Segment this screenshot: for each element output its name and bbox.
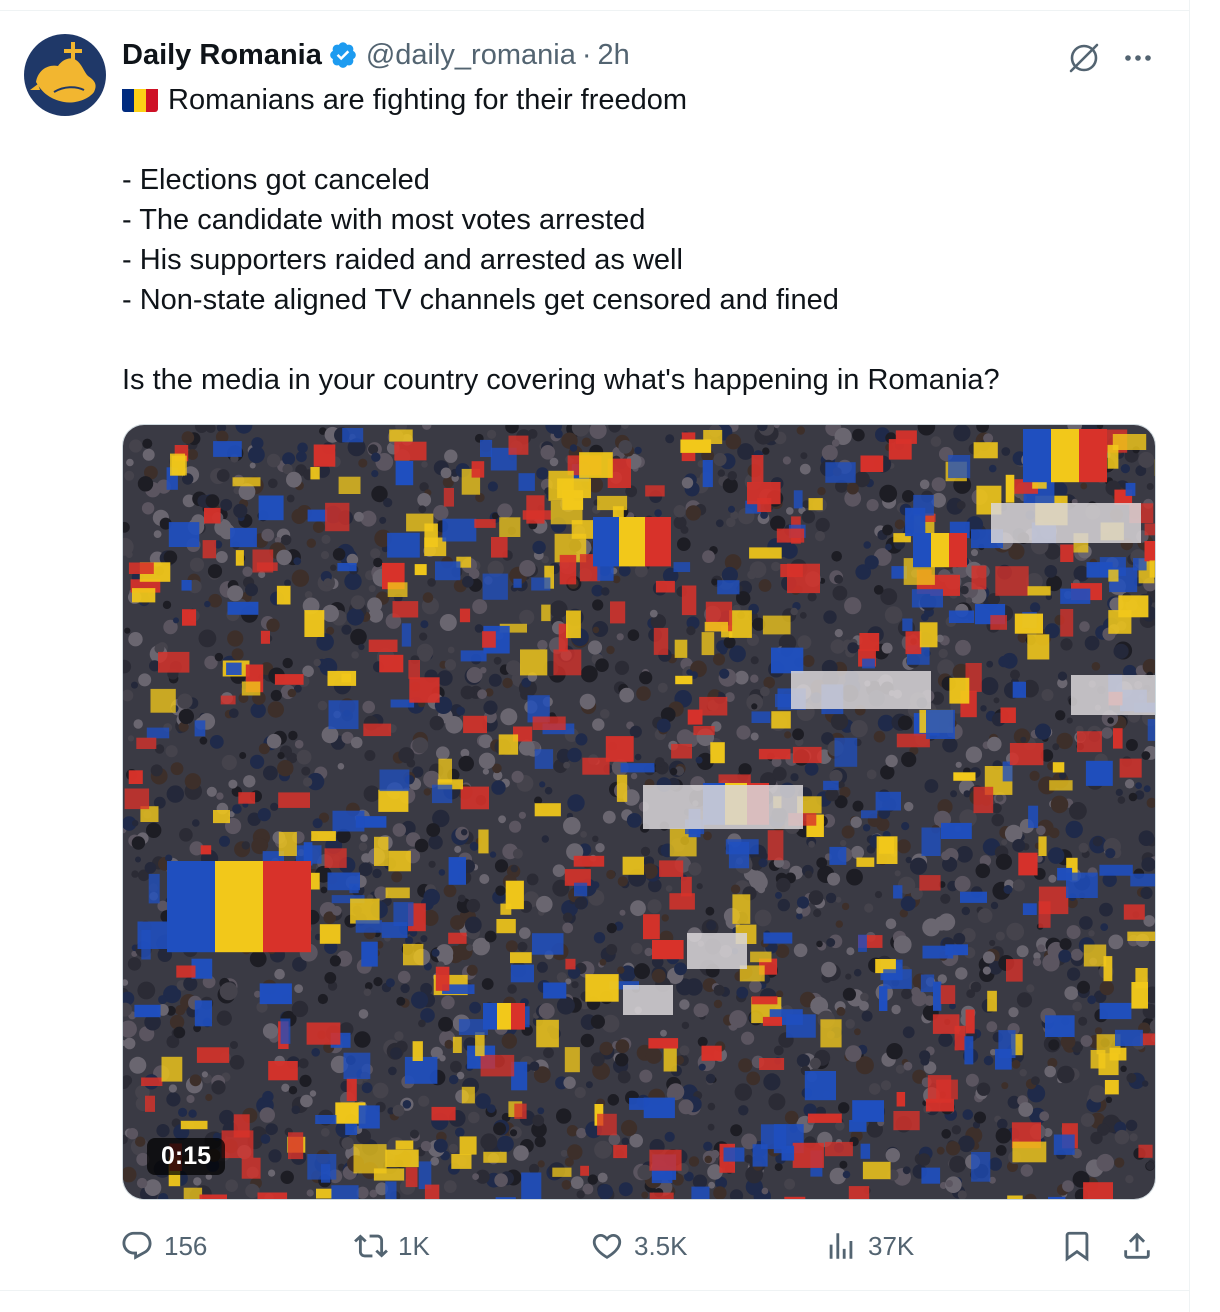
handle[interactable]: @daily_romania (366, 39, 576, 72)
more-icon[interactable] (1120, 40, 1156, 76)
post-text-line: - Non-state aligned TV channels get cens… (122, 284, 839, 316)
separator: · (581, 38, 592, 71)
post-actions: 156 1K 3.5K 37K (0, 1226, 1190, 1266)
views-icon (829, 1233, 853, 1259)
bookmark-icon (1065, 1231, 1089, 1262)
share-button[interactable] (1120, 1226, 1154, 1266)
avatar[interactable] (24, 34, 106, 116)
like-count: 3.5K (634, 1230, 688, 1261)
right-divider (1189, 0, 1190, 1312)
post-text: Romanians are fighting for their freedom… (122, 80, 1162, 400)
like-icon (592, 1233, 622, 1259)
share-icon (1124, 1232, 1150, 1259)
post-text-content: Romanians are fighting for their freedom (168, 84, 688, 116)
grok-icon[interactable] (1066, 40, 1102, 76)
post-header: Daily Romania @daily_romania · 2h (122, 36, 630, 74)
bookmark-button[interactable] (1060, 1226, 1094, 1266)
verified-badge-icon[interactable] (328, 40, 358, 70)
video-player[interactable]: 0:15 (122, 424, 1156, 1200)
repost-icon (354, 1234, 388, 1258)
post-text-line: - His supporters raided and arrested as … (122, 244, 683, 276)
repost-button[interactable]: 1K (354, 1226, 430, 1266)
views-button[interactable]: 37K (824, 1226, 914, 1266)
like-button[interactable]: 3.5K (590, 1226, 688, 1266)
timestamp[interactable]: 2h (598, 39, 630, 72)
romania-flag-icon (122, 86, 158, 112)
post-text-blank (122, 120, 1162, 160)
post-text-line: - The candidate with most votes arrested (122, 204, 646, 236)
post-text-line-1: Romanians are fighting for their freedom (122, 80, 1162, 120)
post-text-blank (122, 320, 1162, 360)
top-divider (0, 0, 1190, 11)
view-count: 37K (868, 1230, 915, 1261)
repost-count: 1K (398, 1230, 430, 1261)
display-name[interactable]: Daily Romania (122, 39, 322, 72)
reply-icon (122, 1231, 152, 1260)
post-text-line: Is the media in your country covering wh… (122, 364, 1000, 396)
reply-count: 156 (164, 1230, 208, 1261)
reply-button[interactable]: 156 (120, 1226, 207, 1266)
video-thumbnail (123, 425, 1155, 1199)
bottom-divider (0, 1290, 1190, 1291)
avatar-logo-icon (24, 34, 106, 116)
video-duration: 0:15 (147, 1138, 226, 1175)
post-text-line: - Elections got canceled (122, 164, 430, 196)
